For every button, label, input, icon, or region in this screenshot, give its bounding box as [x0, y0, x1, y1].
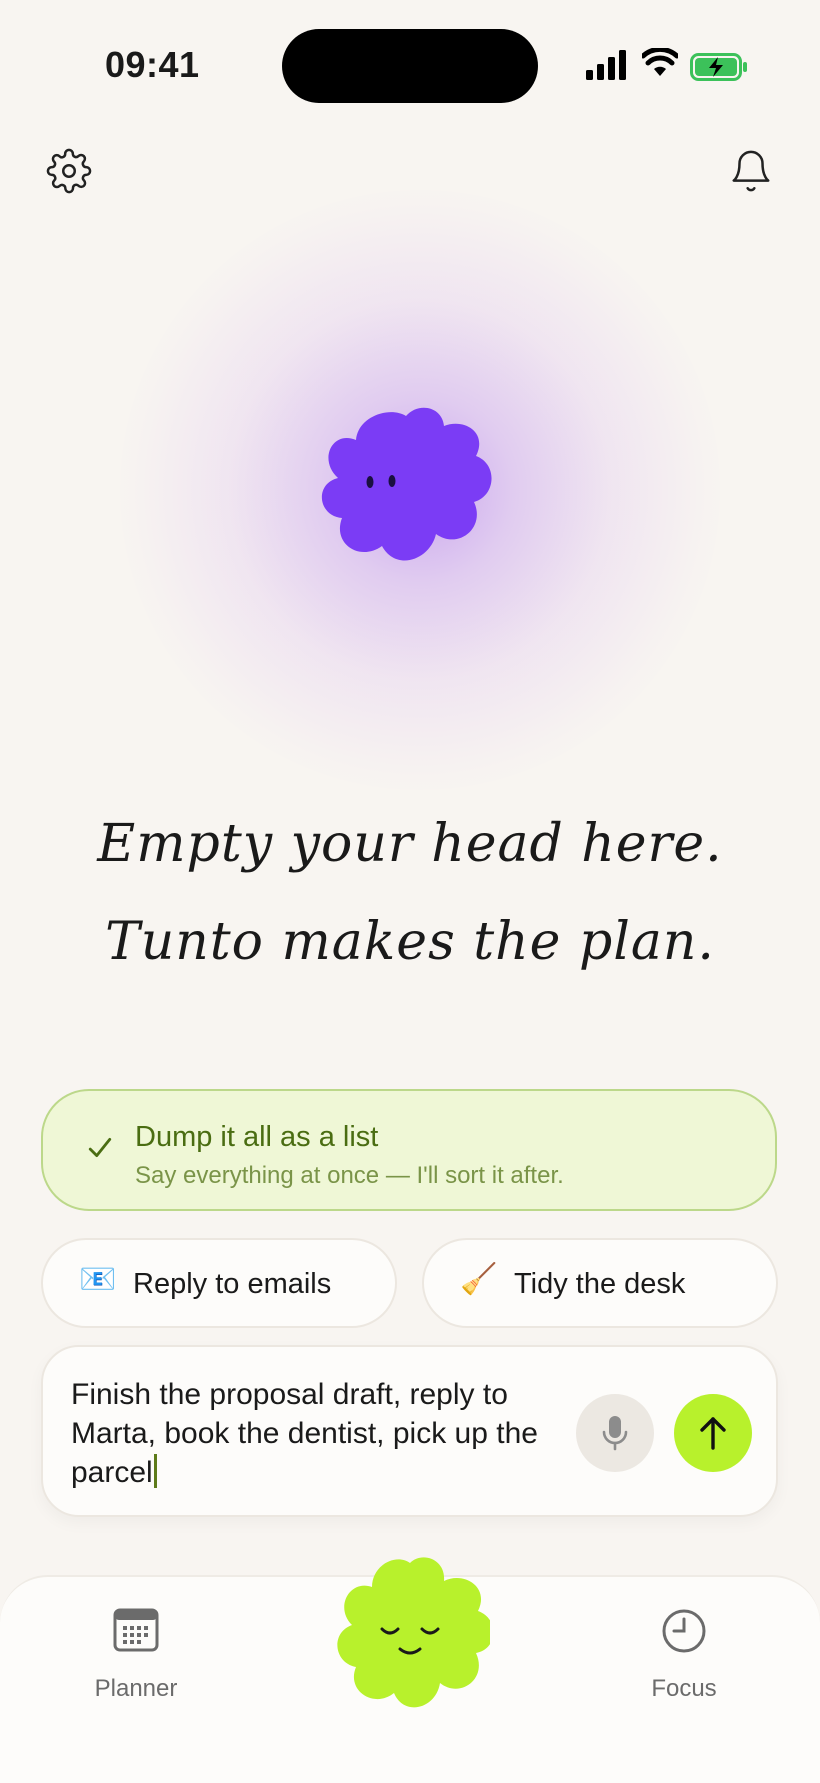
suggestion-subtitle: Say everything at once — I'll sort it af… — [135, 1162, 564, 1189]
green-blob-home-icon[interactable] — [330, 1553, 490, 1713]
wifi-icon — [642, 48, 678, 76]
status-bar: 09:41 — [0, 0, 820, 130]
purple-blob-mascot — [321, 407, 492, 561]
suggestion-card[interactable]: Dump it all as a list Say everything at … — [41, 1089, 777, 1211]
brain-dump-composer[interactable]: Finish the proposal draft, reply to Mart… — [41, 1345, 778, 1517]
status-time: 09:41 — [105, 44, 200, 85]
tab-label-focus: Focus — [651, 1675, 717, 1702]
hero-headline: Empty your head here. Tunto makes the pl… — [0, 795, 820, 991]
mic-button[interactable] — [576, 1394, 654, 1472]
chip-label: Reply to emails — [133, 1268, 332, 1300]
chip-label: Tidy the desk — [514, 1268, 686, 1300]
bell-icon[interactable] — [728, 148, 774, 194]
headline-line-2: Tunto makes the plan. — [105, 912, 715, 972]
calendar-icon — [113, 1608, 159, 1652]
chip-reply-emails[interactable]: 📧 Reply to emails — [41, 1238, 397, 1328]
send-button[interactable] — [674, 1394, 752, 1472]
composer-text: Finish the proposal draft, reply to Mart… — [71, 1378, 538, 1489]
text-caret — [153, 1454, 157, 1488]
battery-charging-icon — [690, 53, 747, 81]
headline-line-1: Empty your head here. — [97, 814, 723, 874]
cellular-signal-icon — [586, 50, 626, 80]
email-icon: 📧 — [79, 1263, 117, 1296]
microphone-icon — [602, 1416, 628, 1451]
check-icon — [88, 1137, 112, 1157]
clock-icon — [662, 1609, 706, 1653]
suggestion-title: Dump it all as a list — [135, 1121, 379, 1153]
chip-tidy-desk[interactable]: 🧹 Tidy the desk — [422, 1238, 778, 1328]
arrow-up-icon — [700, 1417, 726, 1450]
tab-label-planner: Planner — [94, 1675, 178, 1702]
broom-icon: 🧹 — [460, 1263, 498, 1296]
gear-icon[interactable] — [46, 148, 92, 194]
tab-planner[interactable]: Planner — [56, 1577, 216, 1747]
composer-input[interactable]: Finish the proposal draft, reply to Mart… — [71, 1375, 561, 1492]
tab-focus[interactable]: Focus — [604, 1577, 764, 1747]
dynamic-island — [282, 29, 538, 103]
